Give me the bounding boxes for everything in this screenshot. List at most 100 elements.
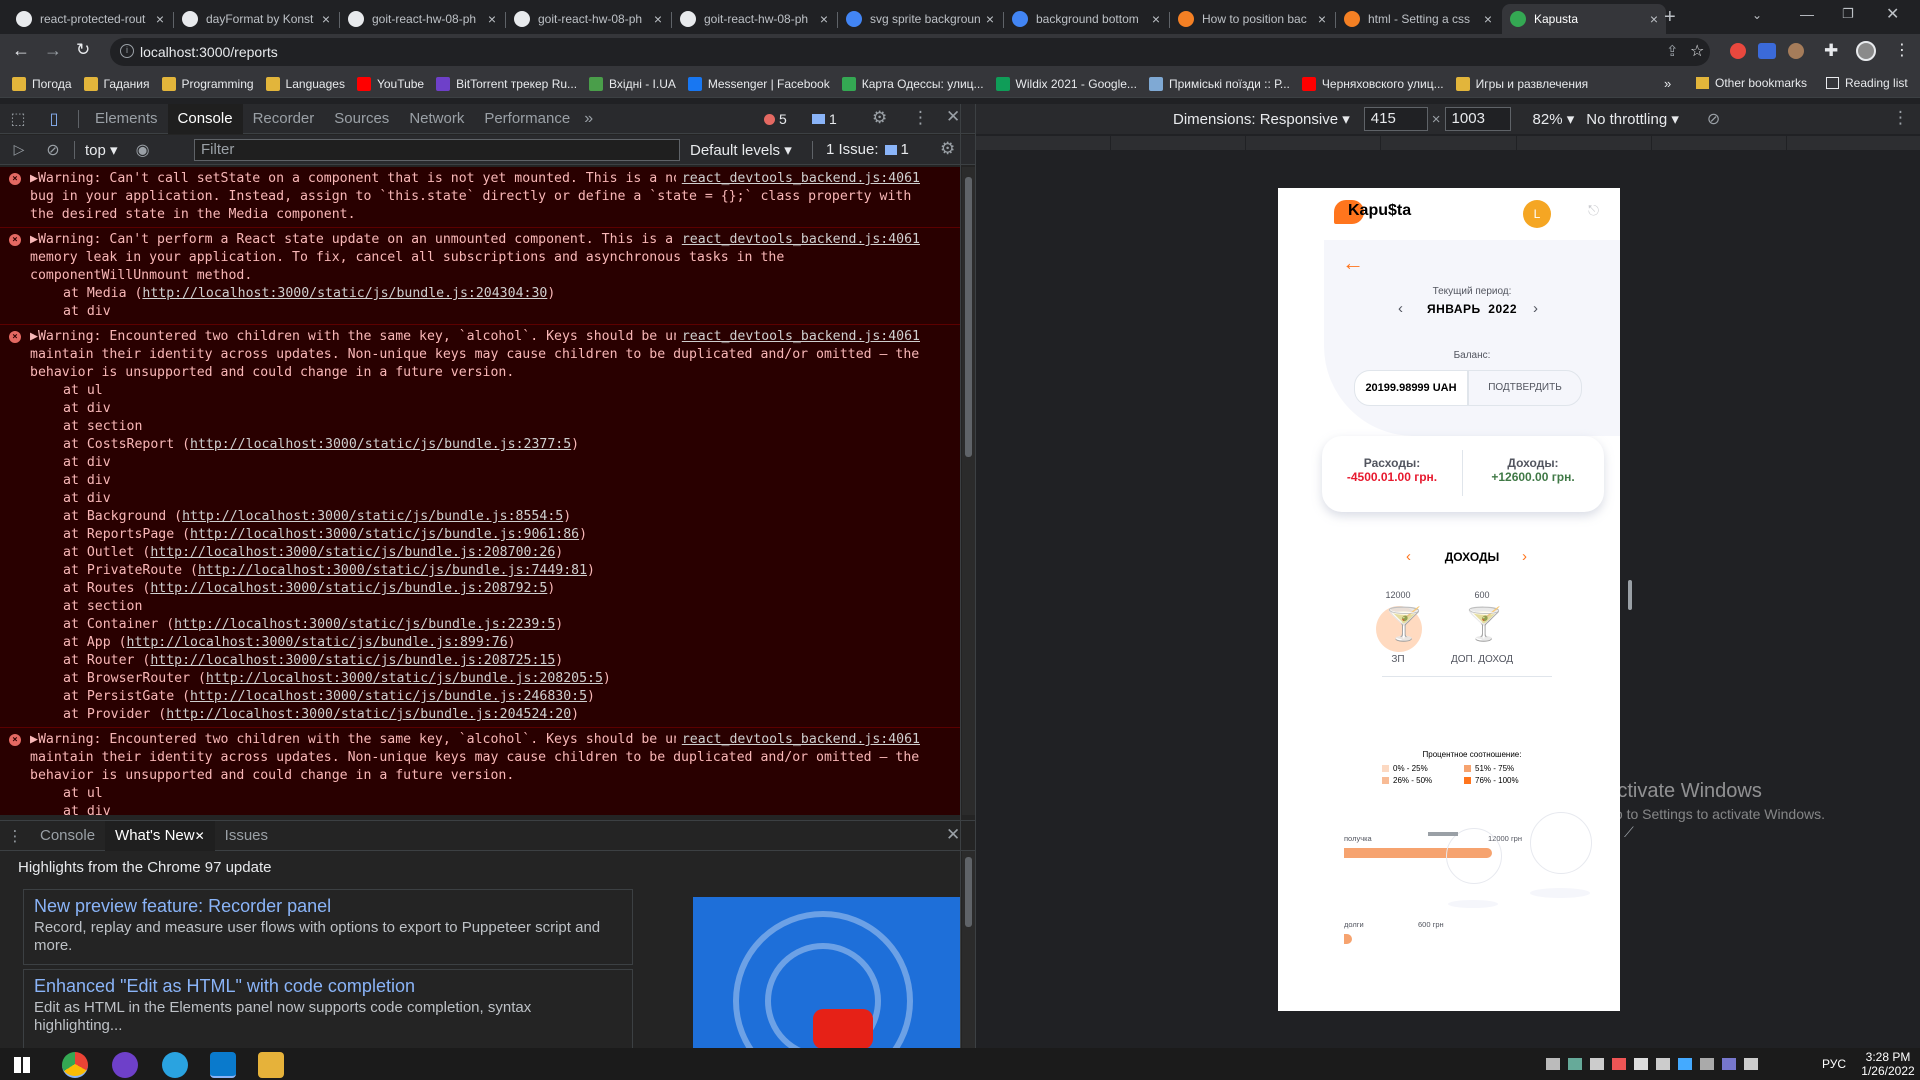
system-tray[interactable]	[1546, 1058, 1796, 1072]
income-bar[interactable]	[1344, 934, 1352, 944]
profile-avatar[interactable]	[1856, 41, 1876, 61]
stack-frame-link[interactable]: http://localhost:3000/static/js/bundle.j…	[150, 581, 547, 596]
message-source-link[interactable]: react_devtools_backend.js:4061	[675, 170, 920, 188]
browser-tab[interactable]: Kapusta ×	[1502, 4, 1666, 34]
other-bookmarks[interactable]: Other bookmarks	[1696, 76, 1807, 90]
width-input[interactable]: 415	[1363, 107, 1428, 131]
bookmark-item[interactable]: Messenger | Facebook	[687, 76, 830, 91]
stack-frame-link[interactable]: http://localhost:3000/static/js/bundle.j…	[166, 707, 571, 722]
more-tabs-button[interactable]: »	[584, 110, 593, 128]
drawer-tab[interactable]: Issues	[215, 821, 278, 851]
devtools-tab-recorder[interactable]: Recorder	[243, 104, 325, 134]
clear-console-icon[interactable]: ⊘	[38, 140, 68, 160]
console-filter-input[interactable]: Filter	[194, 139, 680, 161]
console-scrollbar[interactable]	[962, 167, 975, 815]
browser-tab[interactable]: goit-react-hw-08-ph ×	[672, 4, 836, 34]
tab-close-icon[interactable]: ×	[1152, 11, 1160, 27]
stack-frame-link[interactable]: http://localhost:3000/static/js/bundle.j…	[127, 635, 508, 650]
bookmark-item[interactable]: Wildix 2021 - Google...	[995, 76, 1137, 91]
device-toolbar-icon[interactable]: ▯	[36, 109, 72, 129]
github-desktop-taskbar-icon[interactable]	[112, 1052, 138, 1078]
stack-frame-link[interactable]: http://localhost:3000/static/js/bundle.j…	[182, 509, 563, 524]
issues-button[interactable]: 1 Issue: 1	[826, 141, 909, 158]
drawer-scrollbar[interactable]	[962, 851, 975, 1049]
reading-list[interactable]: Reading list	[1826, 76, 1908, 90]
browser-tab[interactable]: html - Setting a css ×	[1336, 4, 1500, 34]
tab-close-icon[interactable]: ×	[1318, 11, 1326, 27]
bookmark-item[interactable]: Карта Одессы: улиц...	[841, 76, 984, 91]
inspect-element-icon[interactable]: ⬚	[0, 109, 36, 129]
browser-tab[interactable]: goit-react-hw-08-ph ×	[506, 4, 670, 34]
bookmark-item[interactable]: Игры и развлечения	[1455, 76, 1588, 91]
devtools-tab-performance[interactable]: Performance	[474, 104, 580, 134]
stack-frame-link[interactable]: http://localhost:3000/static/js/bundle.j…	[190, 437, 571, 452]
close-window-icon[interactable]: ✕	[1886, 4, 1899, 24]
translate-extension-icon[interactable]	[1758, 43, 1776, 59]
resize-handle-right[interactable]	[1628, 580, 1632, 610]
tab-close-icon[interactable]: ×	[1650, 11, 1658, 27]
balance-input[interactable]: 20199.98999 UAH	[1354, 370, 1468, 406]
tab-close-icon[interactable]: ×	[1484, 11, 1492, 27]
feature-card[interactable]: Enhanced "Edit as HTML" with code comple…	[23, 969, 633, 1049]
console-message[interactable]: × react_devtools_backend.js:4061 ▶Warning:…	[0, 728, 960, 815]
next-period-icon[interactable]: ›	[1533, 300, 1538, 317]
bookmark-item[interactable]: Черняховского улиц...	[1301, 76, 1444, 91]
close-tab-icon[interactable]: ✕	[195, 829, 205, 843]
resize-handle-bottom[interactable]	[1428, 832, 1458, 836]
browser-tab[interactable]: react-protected-rout ×	[8, 4, 172, 34]
bookmark-item[interactable]: Programming	[161, 76, 254, 91]
new-tab-button[interactable]: +	[1664, 6, 1676, 29]
tab-close-icon[interactable]: ×	[156, 11, 164, 27]
prev-period-icon[interactable]: ‹	[1398, 300, 1403, 317]
stack-frame-link[interactable]: http://localhost:3000/static/js/bundle.j…	[198, 563, 587, 578]
telegram-taskbar-icon[interactable]	[162, 1052, 188, 1078]
drawer-tab[interactable]: What's New ✕	[105, 820, 215, 851]
device-options-icon[interactable]: ⋮	[1892, 108, 1909, 128]
devtools-tab-sources[interactable]: Sources	[324, 104, 399, 134]
file-explorer-taskbar-icon[interactable]	[258, 1052, 284, 1078]
stack-frame-link[interactable]: http://localhost:3000/static/js/bundle.j…	[174, 617, 555, 632]
info-icon[interactable]: i	[120, 44, 134, 58]
browser-tab[interactable]: background bottom ×	[1004, 4, 1168, 34]
stack-frame-link[interactable]: http://localhost:3000/static/js/bundle.j…	[190, 689, 587, 704]
context-selector[interactable]: top ▾	[85, 141, 118, 159]
zoom-dropdown[interactable]: 82% ▾	[1533, 110, 1575, 128]
restore-icon[interactable]: ❐	[1842, 6, 1854, 22]
drawer-menu-icon[interactable]: ⋮	[0, 827, 30, 845]
logout-icon[interactable]: ⎋	[1588, 202, 1599, 219]
stack-frame-link[interactable]: http://localhost:3000/static/js/bundle.j…	[150, 545, 555, 560]
share-icon[interactable]: ⇪	[1666, 42, 1679, 60]
drawer-tab[interactable]: Console	[30, 821, 105, 851]
scrollbar-thumb[interactable]	[965, 857, 972, 927]
bookmark-item[interactable]: Погода	[12, 76, 72, 91]
back-arrow-icon[interactable]: ←	[1342, 250, 1364, 276]
windows-start-icon[interactable]	[14, 1057, 30, 1073]
bookmark-item[interactable]: Languages	[265, 76, 345, 91]
tab-close-icon[interactable]: ×	[488, 11, 496, 27]
cocktail-icon[interactable]: 🍸	[1384, 604, 1424, 644]
dimensions-dropdown[interactable]: Dimensions: Responsive ▾	[1173, 110, 1350, 128]
bookmark-item[interactable]: BitTorrent трекер Ru...	[436, 76, 577, 91]
console-message[interactable]: × react_devtools_backend.js:4061 ▶Warning:…	[0, 167, 960, 228]
user-avatar[interactable]: L	[1523, 200, 1551, 228]
confirm-balance-button[interactable]: ПОДТВЕРДИТЬ	[1468, 370, 1582, 406]
stack-frame-link[interactable]: http://localhost:3000/static/js/bundle.j…	[150, 653, 555, 668]
tab-close-icon[interactable]: ×	[322, 11, 330, 27]
menu-kebab-icon[interactable]: ⋮	[1894, 40, 1910, 60]
feature-card-title[interactable]: Enhanced "Edit as HTML" with code comple…	[34, 976, 622, 997]
resize-corner-icon[interactable]: ⟋	[1624, 824, 1634, 841]
console-message[interactable]: × react_devtools_backend.js:4061 ▶Warning:…	[0, 228, 960, 325]
stack-frame-link[interactable]: http://localhost:3000/static/js/bundle.j…	[190, 527, 579, 542]
bookmark-item[interactable]: Приміські поїзди :: Р...	[1148, 76, 1290, 91]
clock[interactable]: 3:28 PM 1/26/2022	[1860, 1050, 1916, 1078]
settings-gear-icon[interactable]: ⚙	[872, 108, 887, 128]
message-source-link[interactable]: react_devtools_backend.js:4061	[675, 328, 920, 346]
feature-card[interactable]: New preview feature: Recorder panel Reco…	[23, 889, 633, 965]
tab-close-icon[interactable]: ×	[820, 11, 828, 27]
vscode-taskbar-icon[interactable]	[210, 1052, 236, 1078]
live-expression-eye-icon[interactable]: ◉	[136, 140, 150, 160]
tab-close-icon[interactable]: ×	[654, 11, 662, 27]
forward-icon[interactable]: →	[44, 40, 62, 61]
message-counter[interactable]: 1	[812, 109, 837, 129]
back-icon[interactable]: ←	[12, 40, 30, 61]
